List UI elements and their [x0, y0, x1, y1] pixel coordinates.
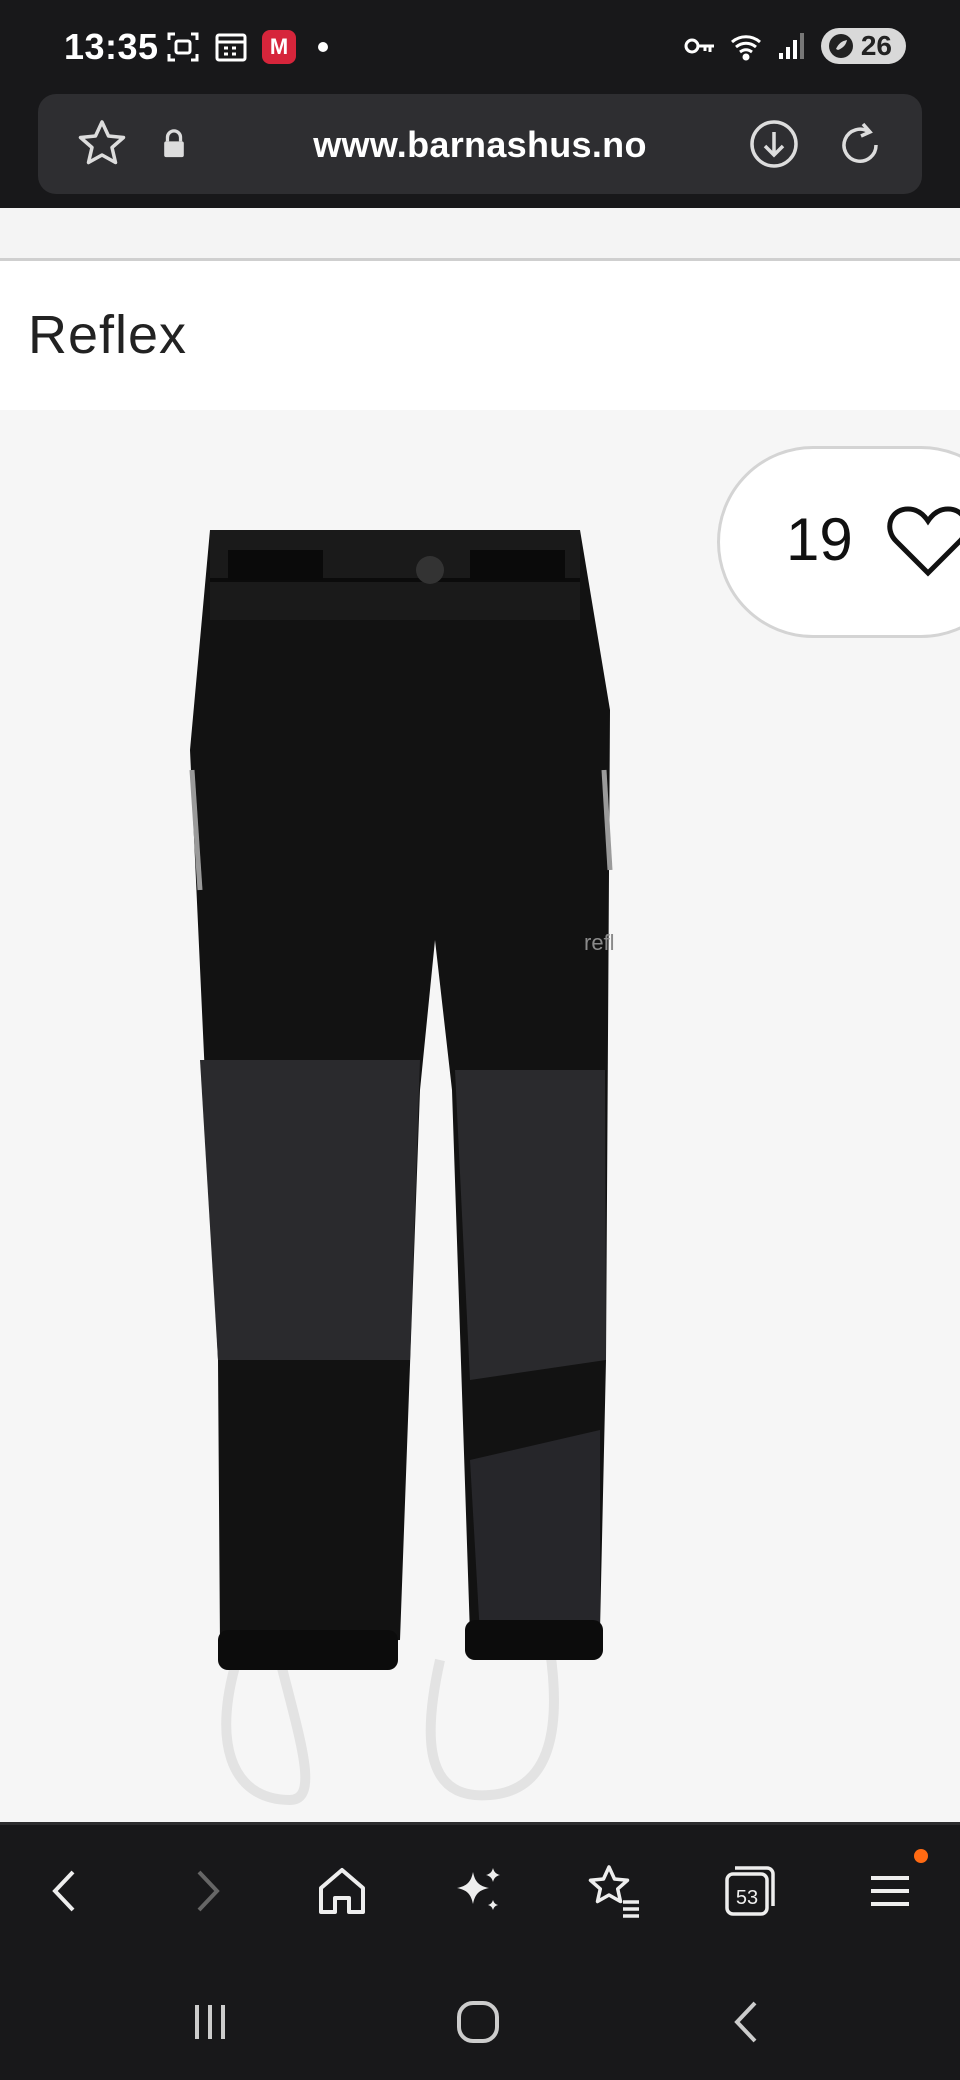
tabs-count: 53: [736, 1887, 758, 1909]
forward-button[interactable]: [170, 1855, 242, 1927]
product-image-area: refl 19: [0, 410, 960, 1822]
battery-level: 26: [860, 30, 892, 61]
calendar-icon: [215, 33, 247, 62]
reload-icon[interactable]: [834, 118, 886, 170]
status-bar: 13:35 M 26: [0, 0, 960, 96]
notification-dot: [318, 42, 328, 52]
favorite-count: 19: [786, 506, 853, 573]
screenshot-icon: [167, 32, 199, 62]
tabs-icon: 53: [725, 1866, 775, 1916]
back-button[interactable]: [30, 1855, 102, 1927]
chevron-left-icon: [52, 1870, 75, 1912]
key-icon: [684, 38, 714, 54]
brand-title[interactable]: Reflex: [28, 304, 187, 366]
home-icon: [319, 1868, 365, 1914]
status-icons-right: 26: [683, 28, 906, 64]
page-header-strip: [0, 208, 960, 261]
status-icons-left: M: [166, 30, 328, 64]
download-icon[interactable]: [748, 118, 800, 170]
bookmarks-star-icon: [588, 1865, 639, 1918]
bookmarks-button[interactable]: [578, 1855, 650, 1927]
mail-app-icon: M: [262, 30, 296, 64]
home-circle-icon: [457, 2001, 499, 2043]
heart-icon: [887, 506, 960, 577]
signal-icon: [778, 33, 804, 59]
home-button[interactable]: [306, 1855, 378, 1927]
url-bar[interactable]: www.barnashus.no: [38, 94, 922, 194]
chevron-right-icon: [197, 1870, 220, 1912]
wifi-icon: [730, 35, 761, 61]
menu-button[interactable]: [854, 1849, 928, 1927]
recent-apps-icon: [195, 2005, 225, 2039]
browser-bottom-nav: 53: [0, 1822, 960, 1961]
system-home-button[interactable]: [442, 1986, 514, 2058]
battery-indicator: 26: [820, 28, 906, 64]
sparkle-icon: [457, 1868, 500, 1910]
back-arrow-icon: [734, 2001, 757, 2043]
favorite-button[interactable]: 19: [717, 446, 960, 638]
system-navigation-bar: [0, 1958, 960, 2080]
tabs-button[interactable]: 53: [714, 1855, 786, 1927]
status-time: 13:35: [64, 26, 159, 67]
battery-saver-icon: [828, 34, 853, 58]
hamburger-menu-icon: [871, 1876, 909, 1906]
product-image[interactable]: refl: [170, 510, 630, 1810]
web-page-content: Reflex refl 19: [0, 208, 960, 1822]
system-back-button[interactable]: [712, 1986, 784, 2058]
recent-apps-button[interactable]: [174, 1986, 246, 2058]
ai-assistant-button[interactable]: [442, 1855, 514, 1927]
svg-text:refl: refl: [584, 930, 615, 955]
menu-notification-dot: [914, 1849, 928, 1863]
